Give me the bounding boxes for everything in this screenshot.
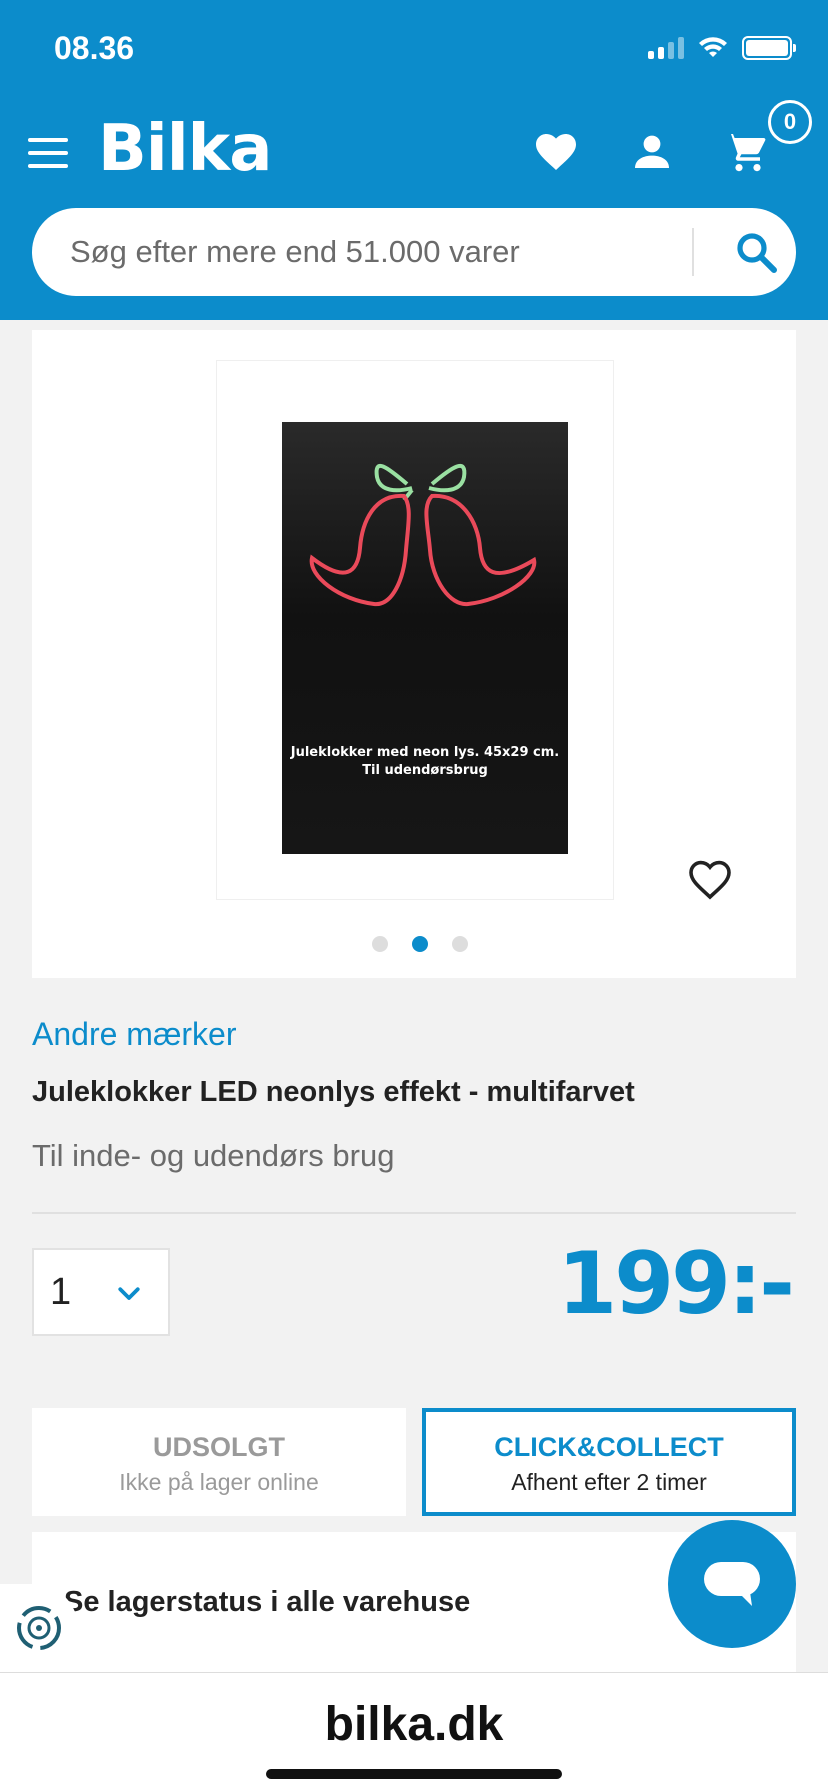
user-icon[interactable]	[628, 128, 676, 176]
sold-out-title: UDSOLGT	[153, 1432, 285, 1462]
menu-icon	[28, 138, 68, 142]
quantity-value: 1	[50, 1270, 72, 1313]
signal-icon	[648, 37, 684, 59]
divider	[32, 1212, 796, 1214]
box-caption: Juleklokker med neon lys. 45x29 cm. Til …	[282, 744, 568, 780]
search-icon[interactable]	[732, 228, 780, 276]
product-image-carousel[interactable]: Juleklokker med neon lys. 45x29 cm. Til …	[32, 330, 796, 978]
carousel-dot[interactable]	[452, 936, 468, 952]
status-icons	[648, 36, 796, 60]
bilka-logo[interactable]: Bilka	[98, 112, 272, 186]
sold-out-subtitle: Ikke på lager online	[119, 1469, 319, 1495]
quantity-select[interactable]: 1	[32, 1248, 170, 1336]
search-input[interactable]	[70, 234, 690, 270]
product-title: Juleklokker LED neonlys effekt - multifa…	[32, 1076, 635, 1108]
app-header: 08.36 Bilka 0	[0, 0, 828, 320]
product-image: Juleklokker med neon lys. 45x29 cm. Til …	[282, 422, 568, 854]
stock-status-link[interactable]: Se lagerstatus i alle varehuse	[64, 1586, 470, 1619]
search-bar	[32, 208, 796, 296]
product-price: 199:-	[557, 1234, 795, 1334]
home-indicator[interactable]	[266, 1769, 562, 1779]
chat-button[interactable]	[668, 1520, 796, 1648]
menu-button[interactable]	[28, 138, 68, 168]
wifi-icon	[699, 37, 727, 57]
product-subtitle: Til inde- og udendørs brug	[32, 1138, 395, 1173]
browser-bottom-bar: bilka.dk	[0, 1672, 828, 1792]
cart-icon[interactable]	[722, 128, 770, 176]
sold-out-button[interactable]: UDSOLGT Ikke på lager online	[32, 1408, 406, 1516]
box-caption-line2: Til udendørsbrug	[362, 763, 488, 778]
cart-count-badge: 0	[768, 100, 812, 144]
status-time: 08.36	[54, 30, 135, 66]
chevron-down-icon	[118, 1287, 140, 1300]
browser-domain[interactable]: bilka.dk	[0, 1697, 828, 1752]
search-divider	[692, 228, 694, 276]
battery-icon	[742, 36, 796, 60]
click-collect-button[interactable]: CLICK&COLLECT Afhent efter 2 timer	[422, 1408, 796, 1516]
heart-icon[interactable]	[532, 128, 580, 176]
favorite-heart-icon[interactable]	[686, 856, 734, 904]
chat-icon	[704, 1562, 760, 1606]
carousel-dot[interactable]	[372, 936, 388, 952]
click-collect-title: CLICK&COLLECT	[494, 1432, 724, 1462]
carousel-dots	[372, 936, 468, 952]
click-collect-subtitle: Afhent efter 2 timer	[511, 1469, 707, 1495]
accessibility-icon	[17, 1606, 61, 1650]
product-brand-link[interactable]: Andre mærker	[32, 1016, 237, 1053]
carousel-dot-active[interactable]	[412, 936, 428, 952]
box-caption-line1: Juleklokker med neon lys. 45x29 cm.	[290, 745, 560, 760]
bells-graphic	[309, 463, 537, 607]
